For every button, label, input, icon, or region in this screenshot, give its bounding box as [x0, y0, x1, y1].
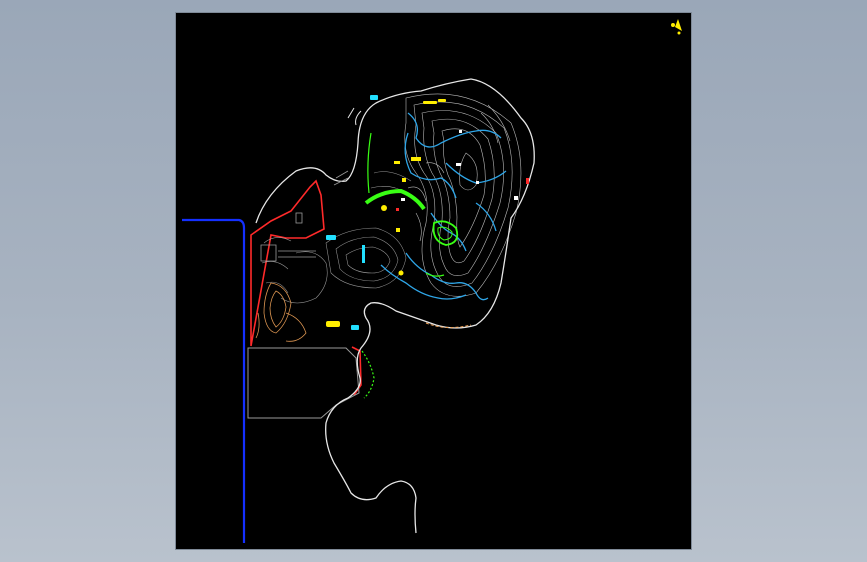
cyan-marks [326, 95, 378, 330]
red-marks [396, 178, 529, 211]
green-stepped-track [361, 350, 375, 399]
blue-boundary-line [182, 218, 246, 543]
red-boundary-line [250, 179, 325, 347]
north-arrow-icon [671, 19, 682, 35]
orange-contours [255, 282, 307, 342]
yellow-marks [326, 99, 446, 327]
cad-viewport[interactable] [0, 0, 867, 562]
west-structures [260, 170, 349, 262]
lower-left-block [247, 347, 360, 419]
main-boundary-road [255, 78, 535, 534]
site-plan-drawing [182, 19, 682, 543]
drawing-sheet[interactable] [176, 13, 691, 549]
